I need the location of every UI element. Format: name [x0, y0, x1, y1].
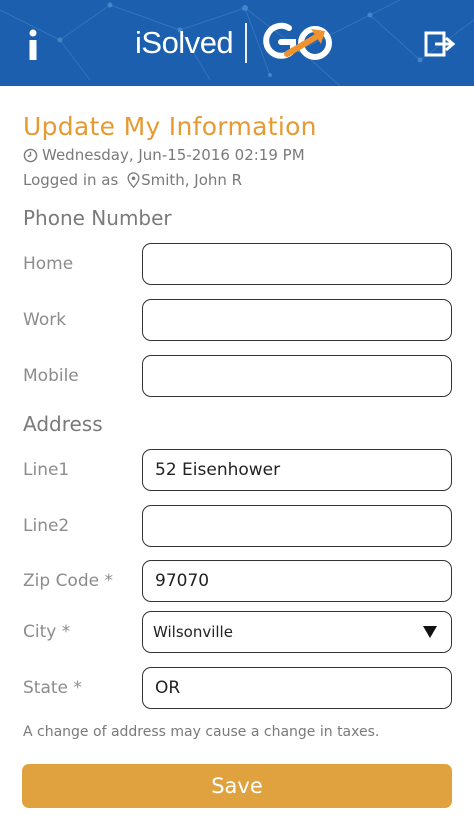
go-logo-icon	[263, 22, 333, 60]
logo-divider	[245, 23, 248, 63]
line2-label: Line2	[23, 516, 70, 536]
page-title: Update My Information	[23, 112, 317, 141]
zip-code-input[interactable]	[142, 560, 452, 602]
city-selected-value: Wilsonville	[153, 623, 233, 641]
city-select[interactable]: Wilsonville	[142, 611, 452, 653]
app-header: iSolved	[0, 0, 474, 86]
logged-in-row: Logged in as Smith, John R	[23, 171, 242, 189]
timestamp-text: Wednesday, Jun-15-2016 02:19 PM	[42, 146, 305, 164]
logout-button[interactable]	[424, 30, 456, 58]
logged-in-user: Smith, John R	[141, 171, 243, 189]
home-label: Home	[23, 254, 74, 274]
mobile-label: Mobile	[23, 366, 79, 386]
user-pin-icon	[127, 172, 140, 188]
address-line1-input[interactable]	[142, 449, 452, 491]
mobile-phone-input[interactable]	[142, 355, 452, 397]
line1-label: Line1	[23, 460, 70, 480]
timestamp-row: Wednesday, Jun-15-2016 02:19 PM	[23, 146, 305, 164]
zip-code-label: Zip Code *	[23, 571, 113, 591]
home-phone-input[interactable]	[142, 243, 452, 285]
state-input[interactable]	[142, 667, 452, 709]
address-section-label: Address	[23, 412, 103, 436]
logged-in-prefix: Logged in as	[23, 171, 124, 189]
work-label: Work	[23, 310, 67, 330]
tax-notice: A change of address may cause a change i…	[23, 724, 380, 740]
dropdown-arrow-icon	[423, 626, 437, 638]
city-label: City *	[23, 622, 71, 642]
state-label: State *	[23, 678, 82, 698]
work-phone-input[interactable]	[142, 299, 452, 341]
info-icon	[29, 29, 37, 60]
phone-section-label: Phone Number	[23, 206, 172, 230]
save-button[interactable]: Save	[22, 764, 452, 808]
logout-icon	[424, 31, 456, 57]
info-button[interactable]	[20, 24, 46, 64]
logo-text: iSolved	[135, 25, 234, 60]
isolved-go-logo: iSolved	[135, 18, 339, 68]
clock-icon	[23, 148, 38, 162]
address-line2-input[interactable]	[142, 505, 452, 547]
